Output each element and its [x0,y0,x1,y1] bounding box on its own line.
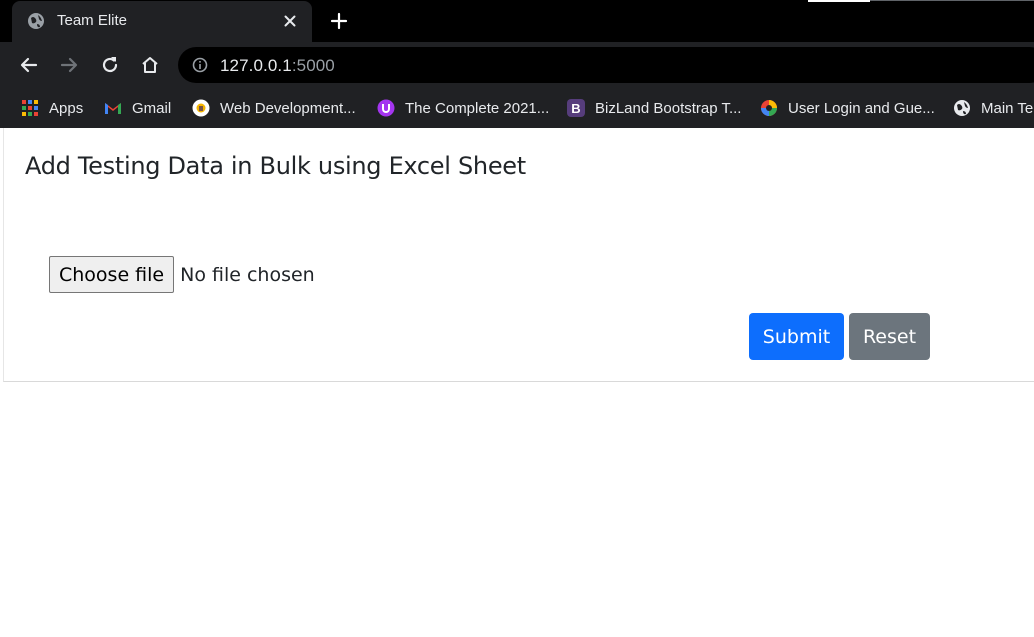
page-title: Add Testing Data in Bulk using Excel She… [25,152,526,180]
bookmark-label: Apps [49,99,84,117]
close-icon[interactable] [282,13,298,29]
svg-text:B: B [571,101,580,116]
back-arrow-icon[interactable] [18,54,40,76]
bookmark-label: The Complete 2021... [405,99,550,117]
file-status-text: No file chosen [180,263,315,286]
browser-tab[interactable]: Team Elite [12,1,312,42]
bookmark-label: Gmail [132,99,172,117]
bookmark-apps[interactable]: Apps [21,97,83,119]
reload-icon[interactable] [99,54,121,76]
url-port: :5000 [291,56,335,75]
url-text: 127.0.0.1:5000 [220,56,335,76]
bookmark-gmail[interactable]: Gmail [104,97,171,119]
url-host: 127.0.0.1 [220,56,292,75]
gmail-icon [105,103,121,114]
new-tab-plus-icon[interactable] [330,12,348,30]
bookmark-web-development[interactable]: Web Development... [192,97,356,119]
bookmark-label: User Login and Gue... [788,99,935,117]
bookmark-label: Web Development... [220,99,356,117]
choose-file-button[interactable]: Choose file [49,256,175,293]
udemy-icon [377,99,395,117]
forward-arrow-icon[interactable] [58,54,80,76]
bookmark-label: BizLand Bootstrap T... [595,99,742,117]
reset-button[interactable]: Reset [849,313,930,360]
window-divider [870,0,1034,1]
globe-icon [954,100,970,116]
tab-title: Team Elite [57,12,128,29]
apps-grid-icon [22,100,38,116]
window-control-strip [808,0,870,2]
browser-titlebar: Team Elite [0,0,1034,42]
globe-icon [28,13,44,29]
browser-toolbar: 127.0.0.1:5000 [0,42,1034,88]
submit-button[interactable]: Submit [749,313,844,360]
home-icon[interactable] [139,54,161,76]
address-bar[interactable]: 127.0.0.1:5000 [178,47,1034,83]
file-input: Choose file No file chosen [49,256,315,293]
bookmark-bizland-bootstrap[interactable]: B BizLand Bootstrap T... [567,97,741,119]
bookmark-main[interactable]: Main Te [953,97,1033,119]
bookmark-user-login[interactable]: User Login and Gue... [760,97,935,119]
bootstrap-icon: B [567,99,585,117]
bookmark-label: Main Te [981,99,1034,117]
web-dev-icon [192,99,210,117]
bookmarks-bar: Apps Gmail Web Development... The Comple… [0,88,1034,128]
bookmark-the-complete-2021[interactable]: The Complete 2021... [377,97,549,119]
colorful-wheel-icon [761,100,777,116]
info-icon[interactable] [192,57,208,73]
upload-card: Add Testing Data in Bulk using Excel She… [3,128,1034,382]
